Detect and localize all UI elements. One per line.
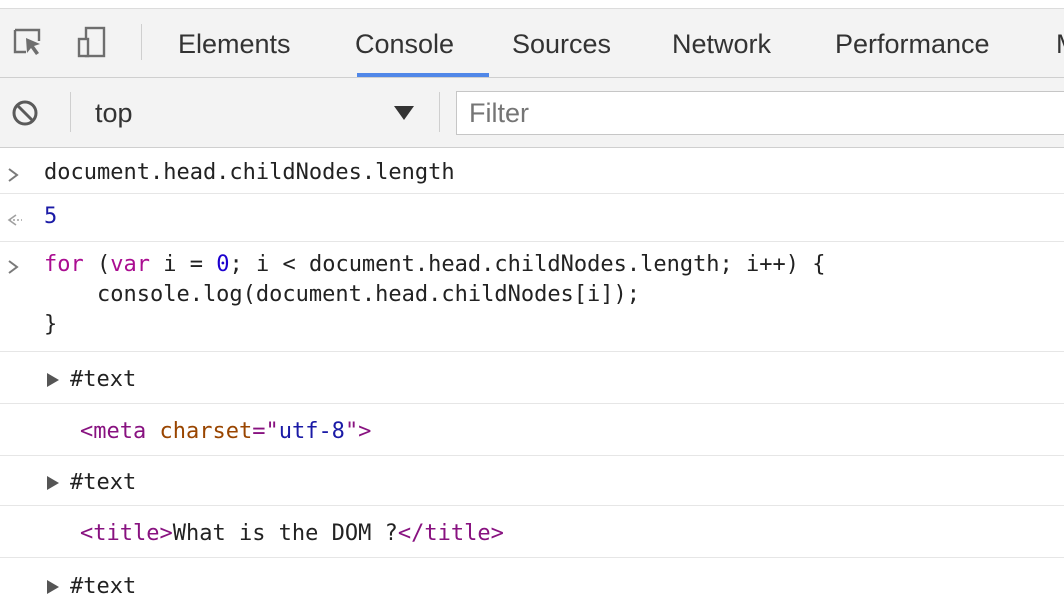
dropdown-arrow-icon	[394, 106, 414, 120]
execution-context-value: top	[95, 98, 133, 128]
keyword-var: var	[110, 252, 150, 277]
console-log-text-node[interactable]: #text	[0, 558, 1064, 605]
code-fragment: ; i < document.head.childNodes.length; i…	[229, 252, 826, 277]
tab-console[interactable]: Console	[355, 26, 454, 66]
console-filterbar: top	[0, 78, 1064, 148]
tab-performance[interactable]: Performance	[835, 26, 990, 66]
console-log-title-element[interactable]: <title>What is the DOM ?</title>	[0, 506, 1064, 558]
code-fragment: i =	[150, 252, 217, 277]
text-node-label: #text	[70, 470, 137, 495]
console-log-text-node[interactable]: #text	[0, 352, 1064, 404]
filterbar-separator-2	[439, 92, 440, 132]
console-result-value: 5	[44, 204, 58, 229]
inspect-element-icon[interactable]	[12, 26, 44, 58]
tab-sources[interactable]: Sources	[512, 26, 611, 66]
attribute-eq: ="	[252, 419, 279, 444]
expand-triangle-icon[interactable]	[46, 372, 60, 388]
number-literal: 0	[216, 252, 230, 277]
tag-open: <meta	[80, 419, 147, 444]
clear-console-icon[interactable]	[8, 96, 42, 130]
attribute-name: charset	[146, 419, 253, 444]
loop-line-3: }	[44, 312, 58, 337]
tag-open: <title>	[80, 521, 173, 546]
text-node-label: #text	[70, 574, 137, 599]
console-input-message-loop: for (var i = 0; i < document.head.childN…	[0, 242, 1064, 352]
devtools-tabbar: Elements Console Sources Network Perform…	[0, 0, 1064, 78]
loop-line-1: for (var i = 0; i < document.head.childN…	[44, 250, 826, 280]
devtools-window: Elements Console Sources Network Perform…	[0, 0, 1064, 605]
tag-close: </title>	[397, 521, 504, 546]
tabbar-separator	[141, 24, 142, 60]
console-input-text: document.head.childNodes.length	[44, 160, 455, 185]
console-log-text-node[interactable]: #text	[0, 456, 1064, 506]
keyword-for: for	[44, 252, 84, 277]
device-toolbar-icon[interactable]	[76, 26, 108, 58]
filter-input[interactable]	[456, 91, 1064, 135]
prompt-chevron-icon	[8, 168, 19, 182]
attribute-value: utf-8	[278, 419, 345, 444]
console-result-message: 5	[0, 194, 1064, 242]
console-messages: document.head.childNodes.length 5 for (v…	[0, 148, 1064, 605]
console-log-meta-element[interactable]: <meta charset="utf-8">	[0, 404, 1064, 456]
active-tab-indicator	[357, 73, 489, 77]
title-text: What is the DOM ?	[172, 521, 398, 546]
console-input-message: document.head.childNodes.length	[0, 148, 1064, 194]
code-fragment: (	[83, 252, 111, 277]
expand-triangle-icon[interactable]	[46, 579, 60, 595]
loop-line-2: console.log(document.head.childNodes[i])…	[44, 282, 641, 307]
tag-close: ">	[344, 419, 372, 444]
prompt-chevron-icon	[8, 260, 19, 274]
tab-overflow-partial[interactable]: M	[1056, 26, 1064, 66]
tab-network[interactable]: Network	[672, 26, 771, 66]
filterbar-separator	[70, 92, 71, 132]
title-element-markup: <title>What is the DOM ?</title>	[80, 519, 504, 549]
expand-triangle-icon[interactable]	[46, 475, 60, 491]
tab-elements[interactable]: Elements	[178, 26, 291, 66]
execution-context-select[interactable]: top	[80, 90, 430, 136]
meta-element-markup: <meta charset="utf-8">	[80, 417, 371, 447]
text-node-label: #text	[70, 367, 137, 392]
window-top-edge	[0, 0, 1064, 9]
result-arrow-icon	[7, 214, 22, 226]
